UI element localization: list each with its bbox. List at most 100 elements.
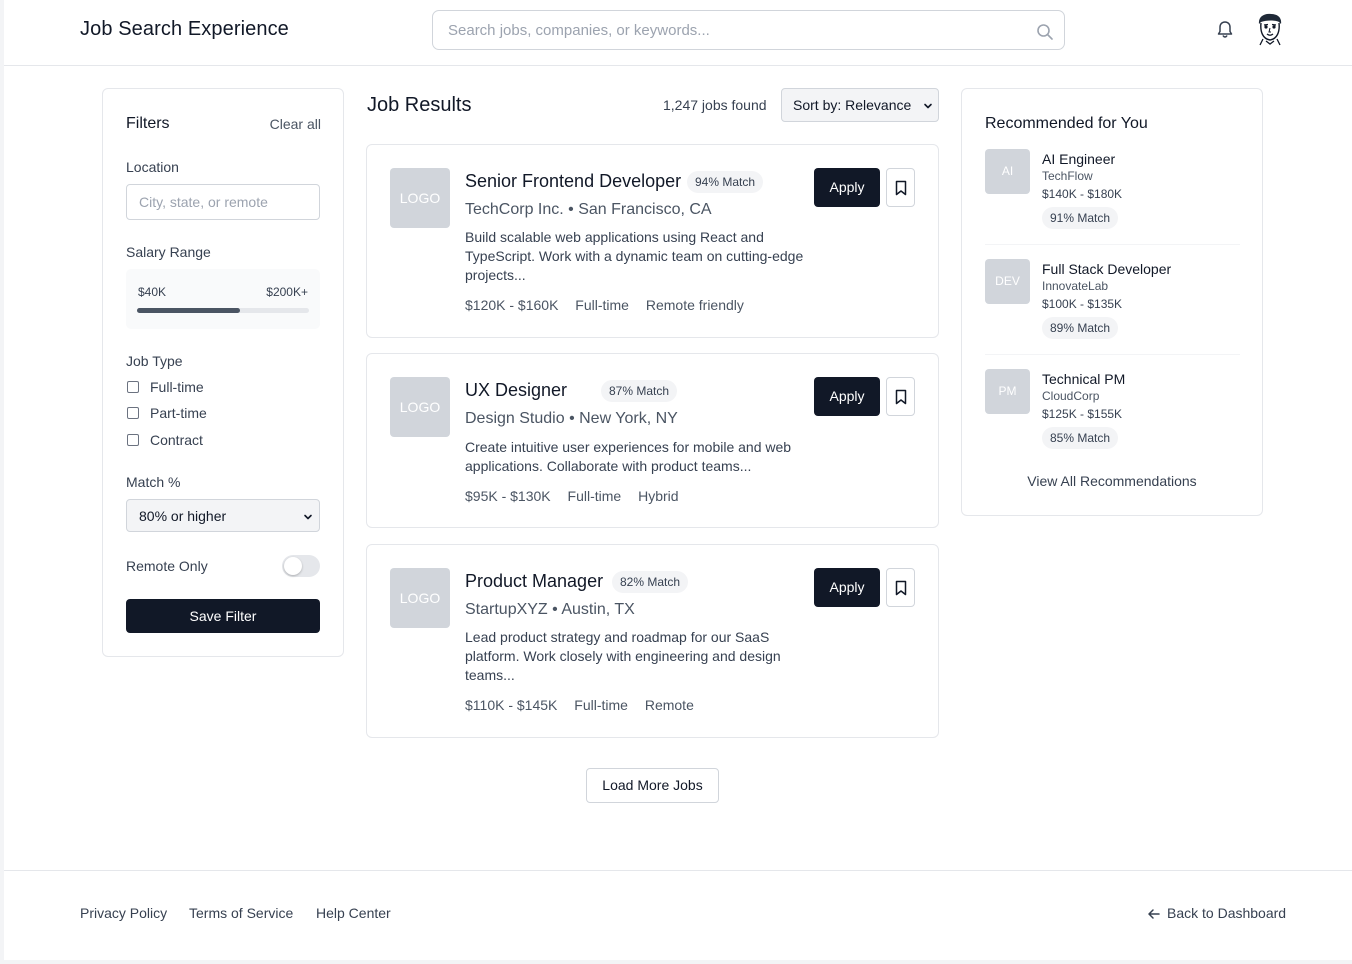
bookmark-icon xyxy=(895,389,907,405)
remote-only-toggle[interactable] xyxy=(282,555,320,577)
bookmark-button[interactable] xyxy=(886,568,915,607)
job-type-label: Job Type xyxy=(126,353,183,369)
match-badge: 82% Match xyxy=(612,571,689,593)
job-salary: $110K - $145K xyxy=(465,697,558,713)
load-more-button[interactable]: Load More Jobs xyxy=(586,768,719,803)
job-title[interactable]: UX Designer xyxy=(465,380,567,401)
checkbox-label: Part-time xyxy=(150,405,207,421)
match-label: Match % xyxy=(126,474,181,490)
match-badge: 91% Match xyxy=(1042,207,1119,229)
filters-title: Filters xyxy=(126,115,170,132)
apply-button[interactable]: Apply xyxy=(814,168,880,207)
job-company-location: StartupXYZ • Austin, TX xyxy=(465,601,635,618)
job-company-location: Design Studio • New York, NY xyxy=(465,410,678,427)
match-select[interactable]: 80% or higher xyxy=(126,499,320,532)
remote-only-label: Remote Only xyxy=(126,558,208,574)
top-header: Job Search Experience xyxy=(4,0,1352,66)
job-title[interactable]: Senior Frontend Developer xyxy=(465,171,681,192)
recommendation-salary: $100K - $135K xyxy=(1042,297,1123,311)
search-icon[interactable] xyxy=(1036,23,1054,41)
job-meta: $110K - $145K Full-time Remote xyxy=(465,697,707,713)
recommendation-title[interactable]: Technical PM xyxy=(1042,371,1125,387)
recommendation-title[interactable]: AI Engineer xyxy=(1042,151,1115,167)
job-meta: $95K - $130K Full-time Hybrid xyxy=(465,488,692,504)
recommendation-logo: AI xyxy=(985,149,1030,194)
job-mode: Remote xyxy=(644,697,694,713)
job-card[interactable]: LOGO Senior Frontend Developer 94% Match… xyxy=(366,144,939,338)
sort-select-value: Sort by: Relevance xyxy=(793,97,912,113)
checkbox[interactable] xyxy=(127,434,139,446)
sort-select[interactable]: Sort by: Relevance xyxy=(781,88,939,122)
recommendation-item[interactable]: AI AI Engineer TechFlow $140K - $180K 91… xyxy=(985,149,1240,231)
checkbox[interactable] xyxy=(127,407,139,419)
apply-button[interactable]: Apply xyxy=(814,568,880,607)
checkbox[interactable] xyxy=(127,381,139,393)
filters-panel: Filters Clear all Location Salary Range … xyxy=(102,88,344,657)
search-input[interactable] xyxy=(434,12,1024,48)
page: Job Search Experience Filters Clear all xyxy=(4,0,1352,960)
job-description: Build scalable web applications using Re… xyxy=(465,229,804,283)
recommendation-logo: DEV xyxy=(985,259,1030,304)
match-badge: 87% Match xyxy=(601,380,678,402)
recommendation-salary: $140K - $180K xyxy=(1042,187,1123,201)
match-badge: 85% Match xyxy=(1042,427,1119,449)
recommendation-salary: $125K - $155K xyxy=(1042,407,1123,421)
toggle-knob xyxy=(284,557,302,575)
recommendation-company: InnovateLab xyxy=(1042,279,1109,293)
job-meta: $120K - $160K Full-time Remote friendly xyxy=(465,297,757,313)
chevron-down-icon xyxy=(304,514,312,520)
job-description: Create intuitive user experiences for mo… xyxy=(465,439,792,474)
salary-label: Salary Range xyxy=(126,244,211,260)
recommendation-item[interactable]: PM Technical PM CloudCorp $125K - $155K … xyxy=(985,369,1240,451)
job-mode: Remote friendly xyxy=(645,297,744,313)
recommendations-title: Recommended for You xyxy=(985,115,1148,132)
apply-button[interactable]: Apply xyxy=(814,377,880,416)
recommendations-panel: Recommended for You AI AI Engineer TechF… xyxy=(961,88,1263,516)
job-company-location: TechCorp Inc. • San Francisco, CA xyxy=(465,201,712,218)
recommendation-company: CloudCorp xyxy=(1042,389,1100,403)
view-all-recommendations-link[interactable]: View All Recommendations xyxy=(962,473,1262,489)
job-title[interactable]: Product Manager xyxy=(465,571,603,592)
recommendation-item[interactable]: DEV Full Stack Developer InnovateLab $10… xyxy=(985,259,1240,341)
help-center-link[interactable]: Help Center xyxy=(316,905,391,921)
salary-max: $200K+ xyxy=(266,285,308,299)
job-description: Lead product strategy and roadmap for ou… xyxy=(465,629,781,683)
app-title: Job Search Experience xyxy=(80,18,289,40)
back-to-dashboard-label: Back to Dashboard xyxy=(1167,905,1287,921)
job-type: Full-time xyxy=(567,488,622,504)
job-card[interactable]: LOGO UX Designer 87% Match Design Studio… xyxy=(366,353,939,528)
bookmark-icon xyxy=(895,580,907,596)
back-to-dashboard-link[interactable]: Back to Dashboard xyxy=(1147,905,1286,921)
job-salary: $120K - $160K xyxy=(465,297,559,313)
divider xyxy=(985,244,1240,245)
save-filter-button[interactable]: Save Filter xyxy=(126,599,320,633)
match-select-value: 80% or higher xyxy=(139,508,227,524)
salary-slider-fill xyxy=(137,308,241,313)
job-mode: Hybrid xyxy=(638,488,679,504)
chevron-down-icon xyxy=(924,103,932,109)
avatar[interactable] xyxy=(1254,12,1286,46)
job-card[interactable]: LOGO Product Manager 82% Match StartupXY… xyxy=(366,544,939,738)
privacy-policy-link[interactable]: Privacy Policy xyxy=(80,905,167,921)
arrow-left-icon xyxy=(1148,909,1160,919)
salary-min: $40K xyxy=(138,285,167,299)
job-type: Full-time xyxy=(575,297,629,313)
checkbox-label: Contract xyxy=(150,432,203,448)
company-logo: LOGO xyxy=(390,168,450,228)
recommendation-logo: PM xyxy=(985,369,1030,414)
terms-of-service-link[interactable]: Terms of Service xyxy=(189,905,293,921)
job-salary: $95K - $130K xyxy=(465,488,551,504)
salary-slider[interactable] xyxy=(137,308,309,313)
footer: Privacy Policy Terms of Service Help Cen… xyxy=(4,870,1352,960)
location-input[interactable] xyxy=(126,184,320,220)
company-logo: LOGO xyxy=(390,568,450,628)
search-bar[interactable] xyxy=(432,10,1065,50)
bookmark-button[interactable] xyxy=(886,377,915,416)
bookmark-button[interactable] xyxy=(886,168,915,207)
clear-all-button[interactable]: Clear all xyxy=(270,116,321,132)
job-type: Full-time xyxy=(574,697,628,713)
bell-icon[interactable] xyxy=(1216,20,1234,40)
checkbox-label: Full-time xyxy=(150,379,204,395)
divider xyxy=(985,354,1240,355)
recommendation-title[interactable]: Full Stack Developer xyxy=(1042,261,1171,277)
